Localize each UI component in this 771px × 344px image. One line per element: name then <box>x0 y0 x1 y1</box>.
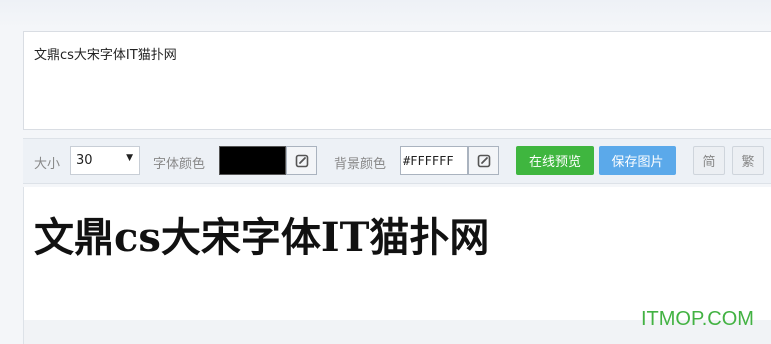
size-select[interactable]: 30 ▼ <box>70 146 140 175</box>
toolbar: 大小 30 ▼ 字体颜色 背景颜色 #FFFFFF 在线预览 保存图片 简 繁 <box>23 138 771 184</box>
watermark: ITMOP.COM <box>641 308 754 330</box>
top-strip <box>0 0 771 28</box>
traditional-button[interactable]: 繁 <box>732 146 764 175</box>
color-picker-icon <box>477 154 490 167</box>
font-color-swatch[interactable] <box>219 146 286 175</box>
save-image-button[interactable]: 保存图片 <box>599 146 676 175</box>
preview-text: 文鼎cs大宋字体IT猫扑网 <box>34 214 490 261</box>
color-picker-icon <box>295 154 308 167</box>
chevron-down-icon: ▼ <box>126 153 133 163</box>
size-label: 大小 <box>34 157 61 172</box>
font-color-picker-button[interactable] <box>286 146 317 175</box>
text-input-area[interactable]: 文鼎cs大宋字体IT猫扑网 <box>23 31 771 130</box>
size-value: 30 <box>76 153 93 168</box>
bg-color-field[interactable]: #FFFFFF <box>400 146 468 175</box>
preview-online-button[interactable]: 在线预览 <box>516 146 594 175</box>
bg-color-picker-button[interactable] <box>468 146 499 175</box>
simplified-button[interactable]: 简 <box>693 146 725 175</box>
bg-color-label: 背景颜色 <box>334 157 387 172</box>
font-color-label: 字体颜色 <box>153 157 206 172</box>
